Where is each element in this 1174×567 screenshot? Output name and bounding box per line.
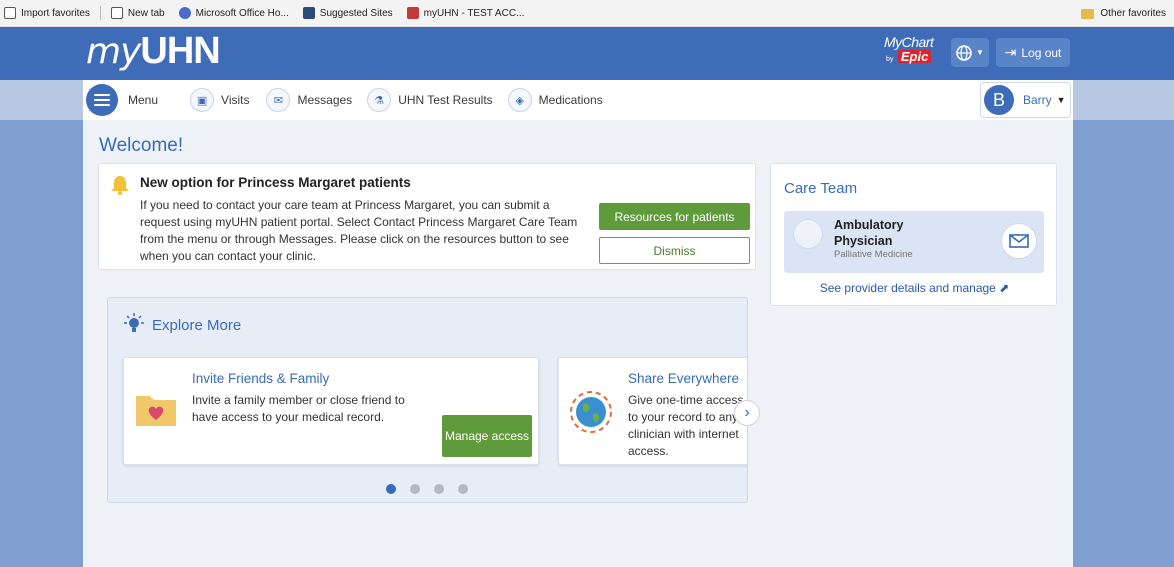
menu-button[interactable]: Menu bbox=[83, 84, 158, 116]
favorite-suggested-sites[interactable]: Suggested Sites bbox=[302, 7, 393, 19]
envelope-icon: ✉ bbox=[266, 88, 291, 112]
logout-button[interactable]: ⇥ Log out bbox=[996, 38, 1070, 67]
folder-heart-icon bbox=[136, 396, 176, 426]
resources-button[interactable]: Resources for patients bbox=[599, 203, 750, 230]
hamburger-icon bbox=[86, 84, 118, 116]
site-header: myUHN MyChart by Epic ▼ ⇥ Log out bbox=[0, 27, 1174, 80]
care-team-title: Care Team bbox=[784, 180, 858, 197]
other-favorites[interactable]: Other favorites bbox=[1081, 0, 1166, 27]
calendar-icon: ▣ bbox=[190, 88, 215, 112]
bell-icon bbox=[111, 176, 129, 196]
chevron-down-icon: ▼ bbox=[976, 48, 984, 57]
favorite-office[interactable]: Microsoft Office Ho... bbox=[178, 7, 289, 19]
flask-icon: ⚗ bbox=[367, 88, 392, 112]
favorite-myuhn[interactable]: myUHN - TEST ACC... bbox=[406, 7, 524, 19]
nav-visits[interactable]: ▣ Visits bbox=[190, 88, 249, 112]
envelope-icon bbox=[1009, 234, 1029, 248]
announcement-card: New option for Princess Margaret patient… bbox=[98, 163, 756, 270]
provider-specialty: Palliative Medicine bbox=[834, 249, 913, 260]
favorite-new-tab[interactable]: New tab bbox=[110, 7, 165, 19]
mychart-epic-logo: MyChart by Epic bbox=[884, 34, 934, 64]
globe-icon bbox=[956, 44, 972, 61]
provider-avatar bbox=[793, 219, 823, 249]
language-button[interactable]: ▼ bbox=[951, 38, 989, 67]
pill-icon: ◈ bbox=[507, 88, 532, 112]
globe-share-icon bbox=[570, 391, 612, 433]
logout-icon: ⇥ bbox=[1004, 44, 1017, 60]
main-nav: Menu ▣ Visits ✉ Messages ⚗ UHN Test Resu… bbox=[83, 80, 1073, 120]
carousel-dot-1[interactable] bbox=[386, 484, 396, 494]
provider-card[interactable]: Ambulatory Physician Palliative Medicine bbox=[784, 211, 1044, 273]
myuhn-logo[interactable]: myUHN bbox=[86, 30, 221, 73]
card-title: Share Everywhere bbox=[628, 371, 740, 386]
explore-more-title: Explore More bbox=[152, 317, 242, 334]
carousel-dot-4[interactable] bbox=[458, 484, 468, 494]
caret-down-icon: ▼ bbox=[1056, 95, 1066, 105]
folder-icon bbox=[1081, 8, 1095, 19]
card-text: Invite a family member or close friend t… bbox=[192, 393, 405, 424]
carousel-dot-2[interactable] bbox=[410, 484, 420, 494]
user-name: Barry bbox=[1023, 93, 1052, 107]
nav-medications[interactable]: ◈ Medications bbox=[507, 88, 603, 112]
user-menu[interactable]: B Barry ▼ bbox=[980, 82, 1071, 118]
announcement-body: If you need to contact your care team at… bbox=[140, 198, 578, 263]
lightbulb-icon bbox=[124, 313, 144, 332]
care-team-card: Care Team Ambulatory Physician Palliativ… bbox=[770, 163, 1057, 306]
external-link-icon: ⬈ bbox=[999, 281, 1010, 295]
favorite-import[interactable]: Import favorites bbox=[4, 7, 90, 19]
provider-details-link[interactable]: See provider details and manage ⬈ bbox=[771, 281, 1058, 295]
page-title: Welcome! bbox=[99, 135, 184, 156]
card-text: Give one-time access to your record to a… bbox=[628, 393, 744, 458]
divider bbox=[99, 6, 101, 20]
bing-icon bbox=[302, 7, 315, 19]
tab-icon bbox=[110, 7, 123, 19]
carousel-next-button[interactable]: › bbox=[734, 400, 760, 426]
uhn-icon bbox=[406, 7, 419, 19]
nav-messages[interactable]: ✉ Messages bbox=[266, 88, 352, 112]
provider-name: Ambulatory Physician bbox=[834, 218, 904, 248]
import-icon bbox=[4, 7, 16, 19]
carousel-dot-3[interactable] bbox=[434, 484, 444, 494]
chevron-right-icon: › bbox=[744, 404, 750, 421]
manage-access-button[interactable]: Manage access bbox=[442, 415, 532, 457]
announcement-title: New option for Princess Margaret patient… bbox=[140, 175, 411, 190]
dismiss-button[interactable]: Dismiss bbox=[599, 237, 750, 264]
nav-test-results[interactable]: ⚗ UHN Test Results bbox=[367, 88, 493, 112]
office-icon bbox=[178, 7, 191, 19]
message-provider-button[interactable] bbox=[1001, 223, 1037, 259]
carousel-pagination bbox=[386, 484, 468, 494]
explore-card-share: Share Everywhere Give one-time access to… bbox=[558, 357, 747, 465]
explore-more-panel: Explore More Invite Friends & Family Inv… bbox=[107, 297, 748, 503]
explore-card-invite: Invite Friends & Family Invite a family … bbox=[123, 357, 539, 465]
card-title: Invite Friends & Family bbox=[192, 371, 330, 386]
avatar: B bbox=[984, 85, 1014, 115]
favorites-bar: Import favorites New tab Microsoft Offic… bbox=[0, 0, 1174, 27]
